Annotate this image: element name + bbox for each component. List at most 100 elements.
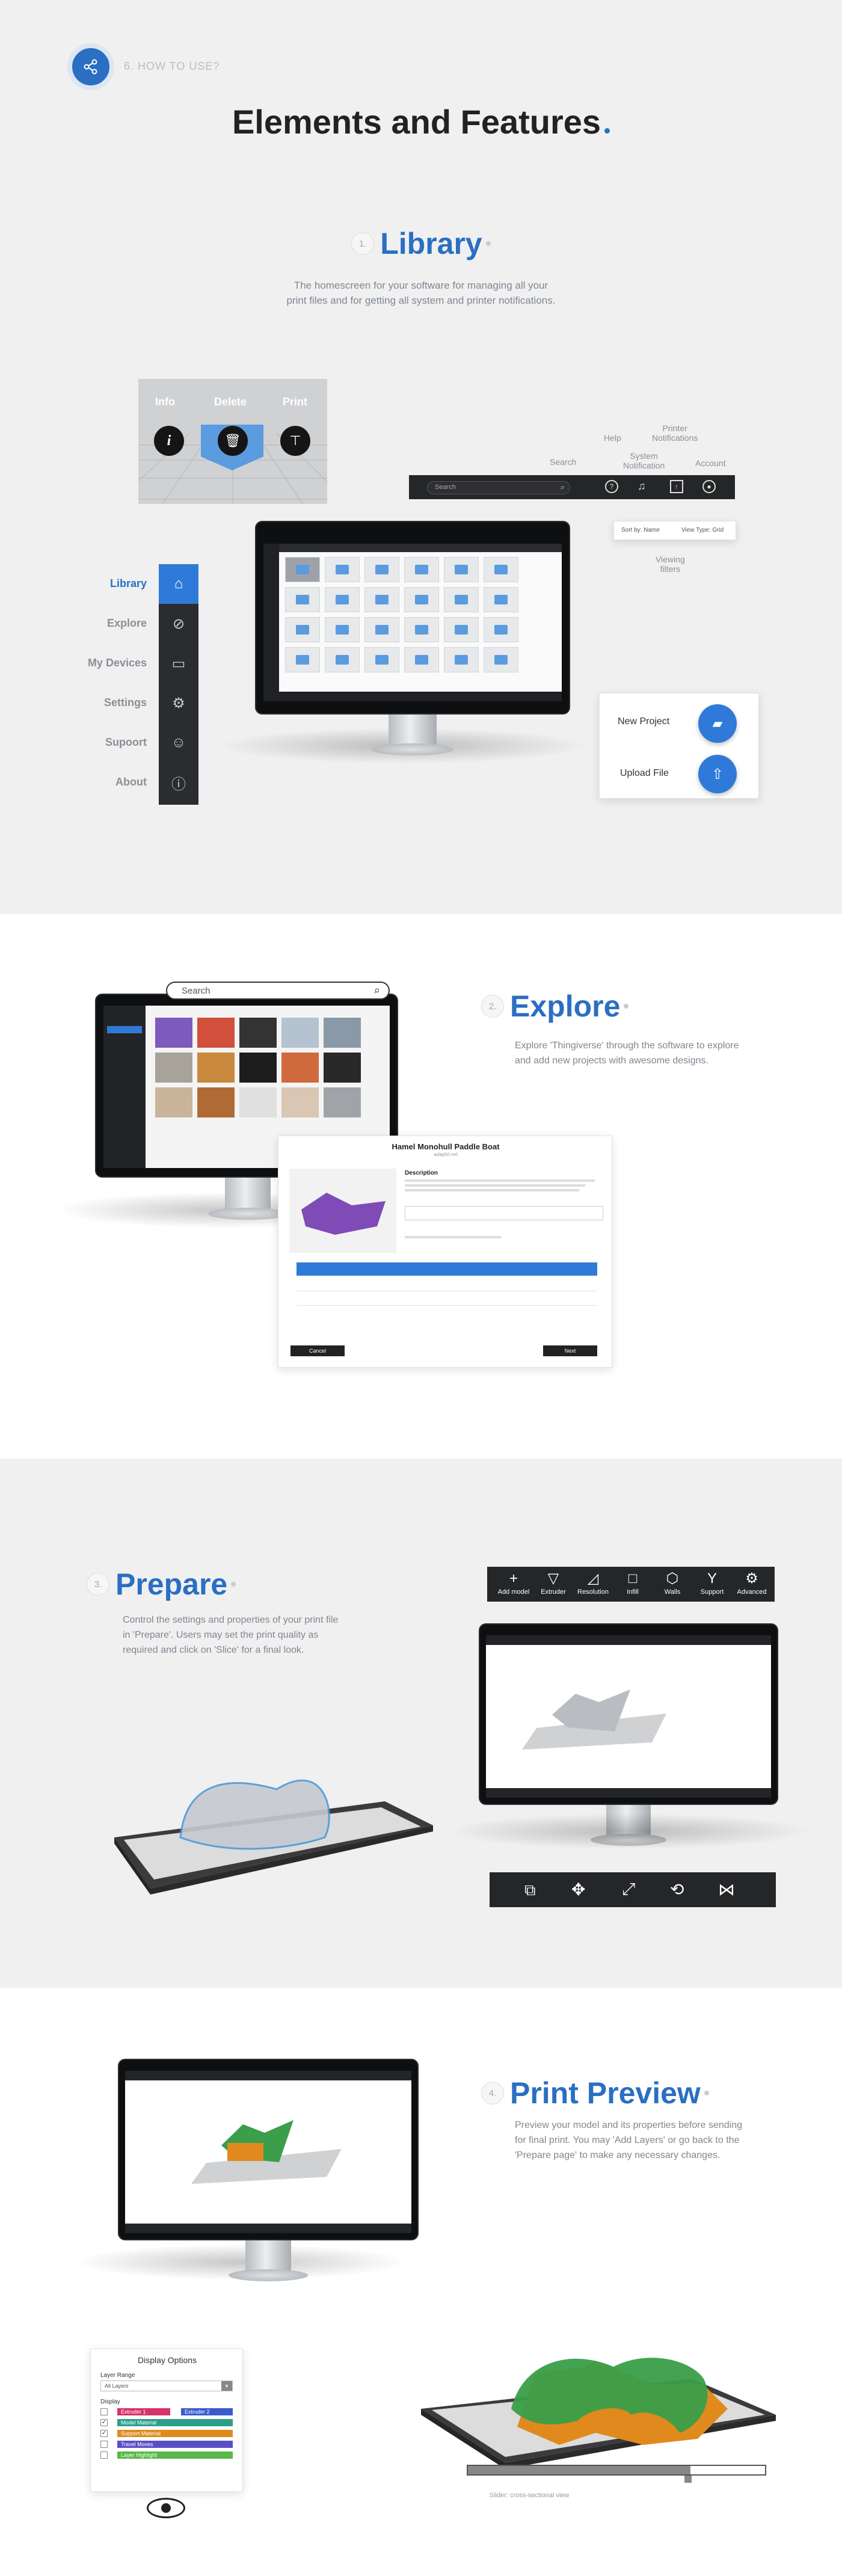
- travel-moves-checkbox[interactable]: [100, 2441, 108, 2448]
- library-description: The homescreen for your software for man…: [286, 280, 556, 306]
- scale-icon[interactable]: ⤢: [622, 1880, 635, 1899]
- rotate-icon[interactable]: ⟲: [670, 1880, 684, 1899]
- new-file-actions: New Project ▰ Upload File ⇧: [599, 693, 759, 799]
- extruder-1-swatch: Extruder 1: [117, 2408, 170, 2415]
- topbar-label-printer: Printer Notifications: [652, 423, 698, 443]
- view-type-select[interactable]: View Type: Grid: [681, 527, 724, 533]
- support-material-checkbox[interactable]: ✓: [100, 2430, 108, 2437]
- explore-number: 2.: [481, 995, 504, 1018]
- nav-support[interactable]: Supoort: [105, 736, 147, 749]
- new-project-button[interactable]: ▰: [698, 704, 737, 743]
- support-tool[interactable]: Y Support: [694, 1569, 730, 1596]
- print-label: Print: [283, 396, 308, 408]
- home-icon[interactable]: ⌂: [159, 564, 198, 604]
- new-project-label: New Project: [618, 716, 670, 727]
- layer-range-select[interactable]: All Layers ▾: [100, 2381, 233, 2391]
- explore-title: Explore: [510, 989, 621, 1023]
- display-options-panel: Display Options Layer Range All Layers ▾…: [90, 2349, 243, 2492]
- gear-icon: ⚙: [745, 1570, 758, 1587]
- display-label: Display: [100, 2399, 120, 2405]
- file-row[interactable]: [297, 1293, 597, 1306]
- next-button[interactable]: Next: [543, 1345, 597, 1356]
- prepare-build-plate: [114, 1779, 433, 1895]
- mirror-icon[interactable]: ⋈: [718, 1880, 735, 1899]
- eye-toggle[interactable]: [147, 2498, 185, 2518]
- move-icon[interactable]: ✥: [571, 1880, 585, 1899]
- extruder-tool[interactable]: ▽ Extruder: [535, 1569, 571, 1596]
- help-icon[interactable]: ?: [605, 480, 618, 493]
- preview-monitor: [118, 2059, 419, 2287]
- project-image: [289, 1169, 396, 1253]
- layer-highlight-swatch: Layer Highlight: [117, 2452, 233, 2459]
- layer-highlight-checkbox[interactable]: [100, 2452, 108, 2459]
- support-icon: Y: [707, 1570, 717, 1587]
- sort-select[interactable]: Sort by: Name: [621, 527, 660, 533]
- advanced-tool[interactable]: ⚙ Advanced: [734, 1569, 770, 1596]
- selected-file-row[interactable]: [297, 1262, 597, 1276]
- delete-label: Delete: [214, 396, 247, 408]
- gear-icon[interactable]: ⚙: [159, 683, 198, 723]
- prepare-heading: 3. Prepare: [87, 1567, 236, 1602]
- infill-tool[interactable]: □ Infill: [615, 1569, 651, 1596]
- nav-library[interactable]: Library: [110, 577, 147, 590]
- bell-icon[interactable]: ♫: [638, 480, 646, 493]
- prepare-title: Prepare: [115, 1567, 228, 1601]
- infill-icon: □: [628, 1570, 638, 1587]
- delete-button[interactable]: 🗑: [218, 426, 248, 456]
- upload-icon: ⇧: [711, 766, 724, 782]
- extruder-checkbox[interactable]: [100, 2408, 108, 2415]
- layer-slider-handle[interactable]: [684, 2476, 692, 2483]
- dialog-subtitle: adaphil.net: [434, 1152, 458, 1157]
- compass-icon[interactable]: ⊘: [159, 604, 198, 644]
- device-icon[interactable]: ▭: [159, 644, 198, 683]
- add-model-tool[interactable]: + Add model: [496, 1569, 532, 1596]
- info-icon: i: [167, 432, 171, 449]
- search-placeholder: Search: [435, 484, 456, 491]
- prepare-section: 3. Prepare Control the settings and prope…: [0, 1459, 842, 1988]
- copy-icon[interactable]: ⧉: [524, 1881, 536, 1900]
- library-nav: Library Explore My Devices Settings Supo…: [54, 564, 198, 805]
- cancel-button[interactable]: Cancel: [290, 1345, 345, 1356]
- nav-my-devices[interactable]: My Devices: [88, 657, 147, 669]
- print-button[interactable]: ⊤: [280, 426, 310, 456]
- nav-settings[interactable]: Settings: [104, 696, 147, 709]
- explore-search-callout[interactable]: Search ⌕: [166, 982, 390, 1000]
- preview-title: Print Preview: [510, 2076, 701, 2110]
- walls-tool[interactable]: ⬡ Walls: [654, 1569, 690, 1596]
- library-topbar: Search ⌕ ? ♫ ↑ ●: [409, 475, 735, 499]
- step-label: 6. HOW TO USE?: [124, 60, 220, 72]
- layer-slider[interactable]: [467, 2465, 766, 2476]
- library-screen: [263, 544, 562, 701]
- step-badge: [67, 43, 114, 90]
- library-heading: 1. Library: [0, 226, 842, 261]
- extruder-2-swatch: Extruder 2: [181, 2408, 233, 2415]
- share-icon: [84, 59, 97, 75]
- file-card-popup: Info Delete Print i 🗑 ⊤: [138, 379, 327, 504]
- file-row[interactable]: [297, 1278, 597, 1291]
- library-monitor: [255, 521, 570, 761]
- upload-file-button[interactable]: ⇧: [698, 755, 737, 793]
- plus-icon: +: [509, 1570, 518, 1587]
- travel-moves-swatch: Travel Moves: [117, 2441, 233, 2448]
- model-material-checkbox[interactable]: ✓: [100, 2419, 108, 2426]
- support-icon[interactable]: ☺: [159, 723, 198, 763]
- project-dialog: Hamel Monohull Paddle Boat adaphil.net D…: [278, 1136, 612, 1368]
- support-material-swatch: Support Material: [117, 2430, 233, 2437]
- topbar-label-search: Search: [550, 457, 577, 467]
- library-section: 6. HOW TO USE? Elements and Features 1. L…: [0, 0, 842, 914]
- page-title: Elements and Features: [0, 102, 842, 141]
- nav-about[interactable]: About: [115, 776, 147, 788]
- eye-icon: [161, 2503, 171, 2513]
- search-icon: ⌕: [373, 984, 380, 996]
- resolution-tool[interactable]: ◿ Resolution: [575, 1569, 611, 1596]
- printer-notification-icon[interactable]: ↑: [670, 480, 683, 493]
- topbar-search-input[interactable]: Search ⌕: [427, 481, 570, 494]
- prepare-number: 3.: [87, 1573, 109, 1596]
- explore-search-placeholder: Search: [182, 986, 210, 996]
- nav-explore[interactable]: Explore: [107, 617, 147, 630]
- about-icon[interactable]: ⓘ: [159, 763, 198, 802]
- info-button[interactable]: i: [154, 426, 184, 456]
- dialog-description-heading: Description: [405, 1170, 438, 1176]
- prepare-description: Control the settings and properties of y…: [123, 1615, 339, 1655]
- account-icon[interactable]: ●: [702, 480, 716, 493]
